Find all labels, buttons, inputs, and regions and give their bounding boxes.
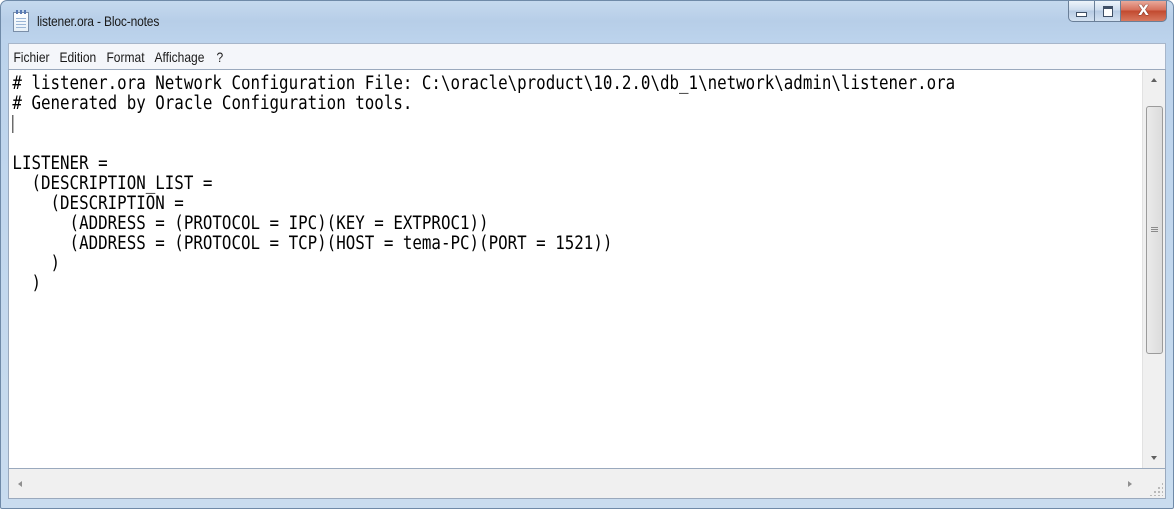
arrow-left-icon <box>18 480 22 487</box>
text-editor[interactable]: # listener.ora Network Configuration Fil… <box>8 69 1166 469</box>
scroll-right-button[interactable] <box>1119 469 1141 498</box>
editor-line-caret <box>9 114 977 134</box>
arrow-down-icon <box>1151 456 1157 460</box>
scroll-left-button[interactable] <box>9 469 31 498</box>
menu-bar: Fichier Edition Format Affichage ? <box>8 43 1166 69</box>
close-icon: X <box>1138 3 1149 19</box>
horizontal-scrollbar[interactable] <box>8 469 1166 499</box>
notepad-icon[interactable] <box>13 10 29 32</box>
arrow-up-icon <box>1151 78 1157 82</box>
menu-help[interactable]: ? <box>213 49 227 65</box>
vertical-scroll-thumb[interactable] <box>1146 106 1163 354</box>
editor-line: ) <box>12 253 61 274</box>
minimize-icon <box>1076 11 1087 17</box>
maximize-icon <box>1102 5 1113 17</box>
vertical-scrollbar[interactable] <box>1142 70 1165 468</box>
arrow-right-icon <box>1128 480 1132 487</box>
maximize-button[interactable] <box>1095 1 1121 22</box>
scroll-down-button[interactable] <box>1143 448 1165 468</box>
menu-affichage[interactable]: Affichage <box>151 49 208 65</box>
editor-line: # Generated by Oracle Configuration tool… <box>12 93 413 114</box>
minimize-button[interactable] <box>1068 1 1095 22</box>
menu-fichier[interactable]: Fichier <box>10 49 53 65</box>
editor-line: (DESCRIPTION = <box>12 193 184 214</box>
editor-line: (DESCRIPTION_LIST = <box>12 173 213 194</box>
menu-format[interactable]: Format <box>103 49 148 65</box>
editor-line: LISTENER = <box>12 153 108 174</box>
editor-line: ) <box>12 273 41 294</box>
text-caret <box>12 115 14 133</box>
title-bar[interactable]: listener.ora - Bloc-notes X <box>1 1 1173 43</box>
resize-grip-icon[interactable] <box>1149 482 1163 496</box>
menu-edition[interactable]: Edition <box>56 49 100 65</box>
window-title: listener.ora - Bloc-notes <box>37 13 160 29</box>
window-controls: X <box>1068 1 1167 23</box>
editor-text-area[interactable]: # listener.ora Network Configuration Fil… <box>9 74 1141 468</box>
close-button[interactable]: X <box>1121 1 1167 22</box>
scroll-up-button[interactable] <box>1143 70 1165 90</box>
grip-icon <box>1151 227 1158 233</box>
editor-line: (ADDRESS = (PROTOCOL = IPC)(KEY = EXTPRO… <box>12 213 489 234</box>
notepad-window: listener.ora - Bloc-notes X Fichier Edit… <box>0 0 1174 509</box>
editor-line: (ADDRESS = (PROTOCOL = TCP)(HOST = tema-… <box>12 233 613 254</box>
editor-line: # listener.ora Network Configuration Fil… <box>12 74 956 94</box>
